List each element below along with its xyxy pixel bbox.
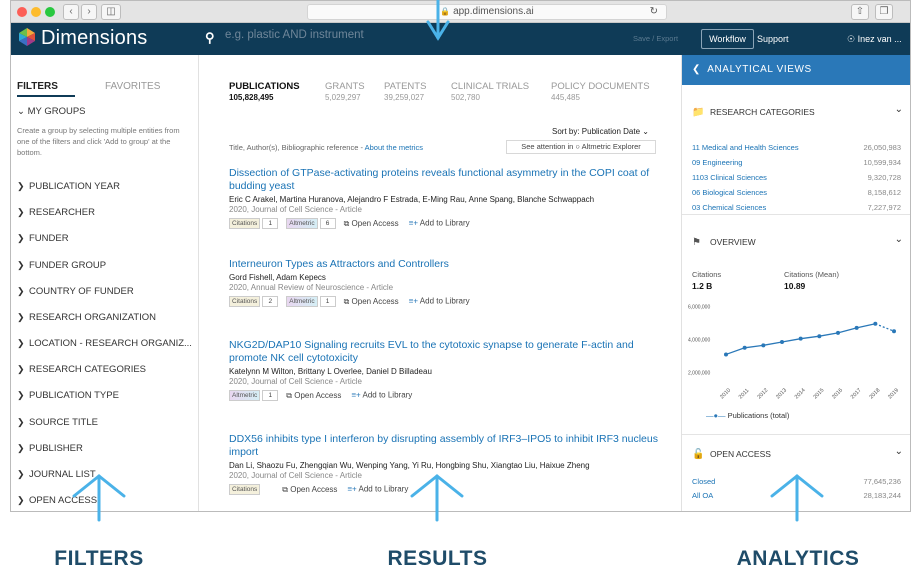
caption-filters: FILTERS: [54, 547, 144, 570]
annotation-arrows: [72, 0, 824, 522]
caption-analytics: ANALYTICS: [736, 547, 860, 570]
caption-results: RESULTS: [387, 547, 488, 570]
